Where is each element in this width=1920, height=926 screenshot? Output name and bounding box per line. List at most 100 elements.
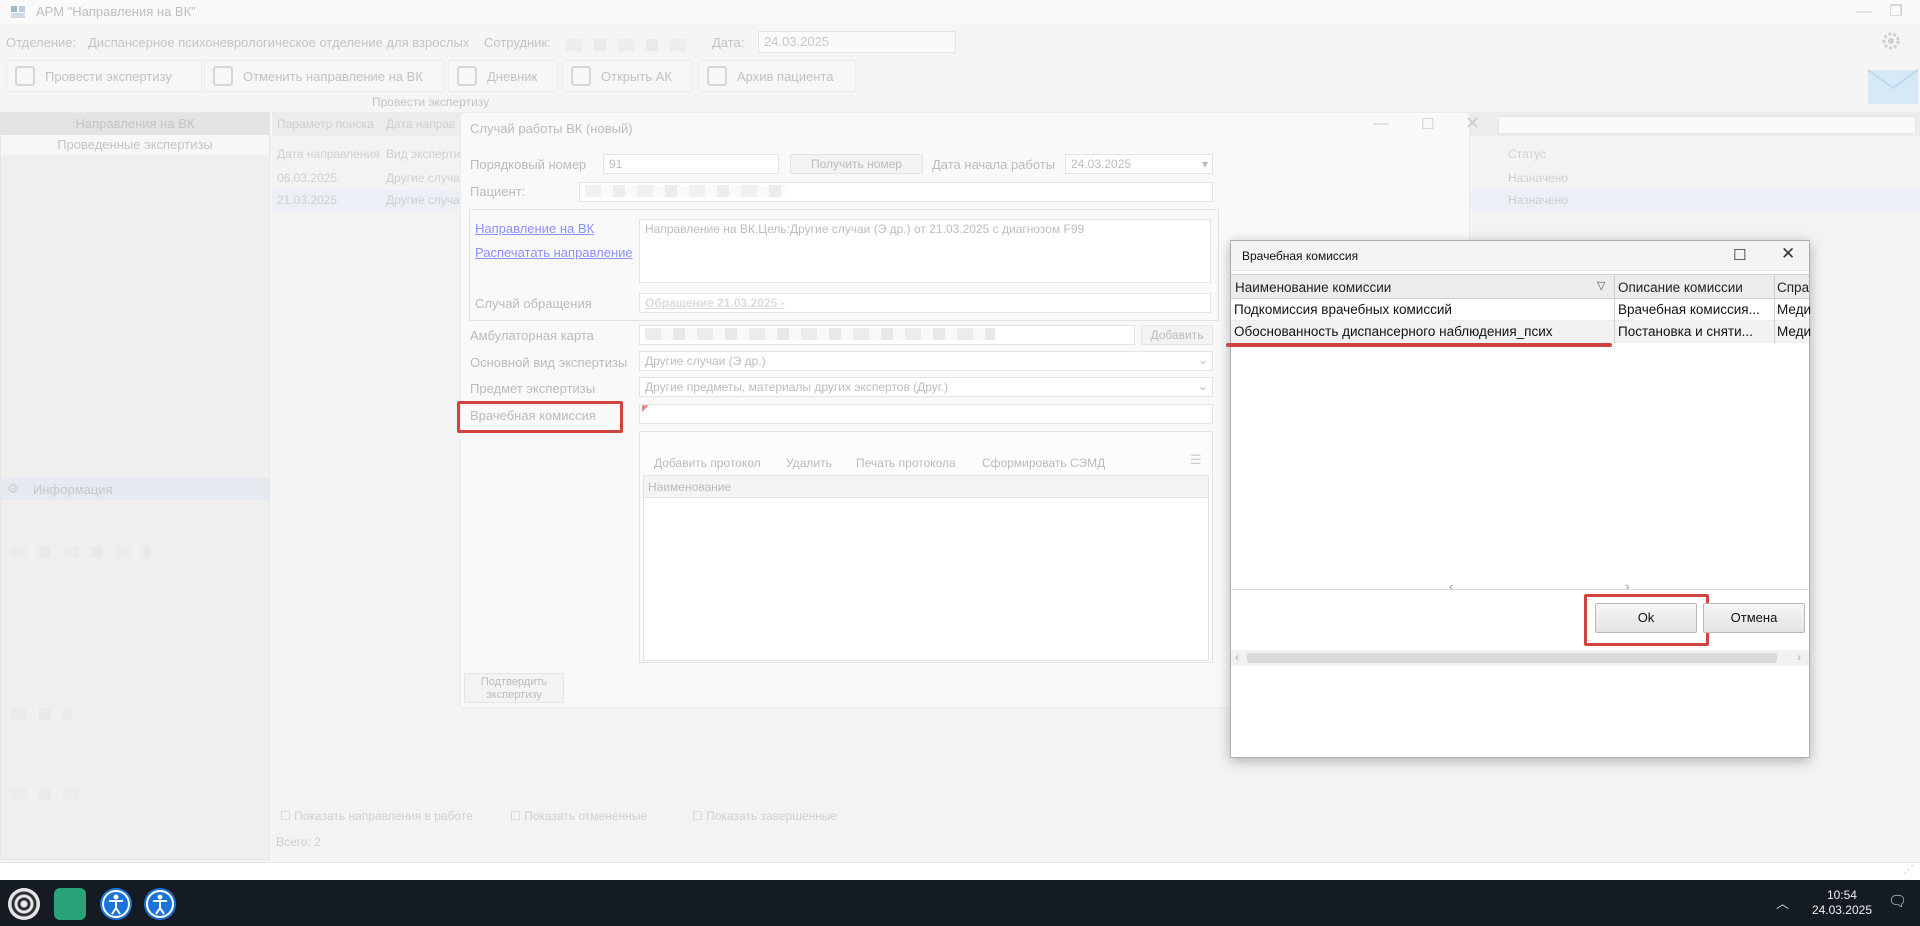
menu-icon[interactable]: ☰: [1190, 452, 1202, 468]
col-header-type[interactable]: Вид экспертиз: [386, 147, 466, 161]
semd-button[interactable]: Сформировать СЭМД: [982, 456, 1105, 470]
expertise-type-select[interactable]: Другие случаи (Э др.) ⌄: [639, 351, 1213, 371]
start-date-field[interactable]: 24.03.2025 ▾: [1065, 154, 1213, 174]
commission-dialog: Врачебная комиссия ☐ ✕ Наименование коми…: [1226, 240, 1811, 758]
archive-icon: [707, 66, 727, 86]
col-header-ref[interactable]: Спра: [1777, 280, 1809, 295]
close-icon[interactable]: ✕: [1465, 113, 1480, 134]
ok-button[interactable]: Ok: [1595, 603, 1697, 633]
delete-protocol-button[interactable]: Удалить: [786, 456, 832, 470]
order-number-input[interactable]: 91: [603, 154, 779, 174]
protocol-table: Наименование: [643, 475, 1209, 661]
patient-label: Пациент:: [470, 184, 526, 199]
card-label: Амбулаторная карта: [470, 328, 594, 343]
col-header-desc[interactable]: Описание комиссии: [1618, 280, 1743, 295]
checkbox-completed[interactable]: ☐ Показать завершенные: [692, 809, 837, 823]
department-label: Отделение:: [6, 35, 77, 50]
kaspersky-icon[interactable]: [54, 888, 86, 920]
conduct-expertise-button[interactable]: Провести экспертизу: [6, 60, 202, 92]
completed-expertise-tab[interactable]: Проведенные экспертизы: [1, 135, 269, 155]
open-ak-button[interactable]: Открыть АК: [562, 60, 692, 92]
patient-blurred: [585, 185, 785, 197]
col-header-status[interactable]: Статус: [1508, 147, 1546, 161]
total-count: Всего: 2: [276, 835, 321, 849]
commission-dialog-titlebar: Врачебная комиссия ☐ ✕: [1231, 241, 1809, 271]
department-value: Диспансерное психоневрологическое отделе…: [88, 35, 470, 50]
date-label: Дата:: [712, 35, 745, 50]
sort-desc-icon[interactable]: ▽: [1597, 279, 1605, 292]
checkbox-cancelled[interactable]: ☐ Показать отмененные: [510, 809, 647, 823]
patient-archive-button[interactable]: Архив пациента: [698, 60, 856, 92]
restore-icon[interactable]: ❐: [1882, 1, 1910, 23]
add-card-button[interactable]: Добавить: [1141, 325, 1213, 345]
app-icon: [11, 6, 25, 18]
info-header: ⚙ Информация: [1, 478, 269, 500]
print-protocol-button[interactable]: Печать протокола: [856, 456, 956, 470]
grid-search-label: Параметр поиска: [277, 117, 374, 131]
date-field[interactable]: 24.03.2025: [758, 31, 956, 53]
column-divider: [1774, 275, 1775, 343]
card-field[interactable]: [639, 325, 1135, 345]
info-blurred-3: [11, 788, 91, 800]
subject-label: Предмет экспертизы: [470, 381, 596, 396]
resize-grip-icon[interactable]: ⋰: [1903, 863, 1914, 876]
chevron-down-icon[interactable]: ▾: [1202, 157, 1208, 171]
window-title: АРМ "Направления на ВК": [36, 4, 196, 19]
card-blurred: [645, 328, 995, 340]
maximize-icon[interactable]: ☐: [1733, 246, 1746, 264]
info-blurred-2: [11, 708, 71, 720]
direction-text: Направление на ВК.Цель:Другие случаи (Э …: [639, 219, 1211, 283]
taskbar: ︿ 10:54 24.03.2025 🗨: [0, 880, 1920, 926]
cancel-direction-button[interactable]: Отменить направление на ВК: [204, 60, 444, 92]
diary-button[interactable]: Дневник: [448, 60, 558, 92]
accessibility-icon-2[interactable]: [144, 888, 176, 920]
notification-icon[interactable]: 🗨: [1888, 892, 1907, 910]
gear-icon[interactable]: [1880, 30, 1902, 52]
subject-select[interactable]: Другие предметы, материалы других экспер…: [639, 377, 1213, 397]
clock[interactable]: 10:54 24.03.2025: [1812, 888, 1872, 918]
expertise-icon: [15, 66, 35, 86]
table-row-selected[interactable]: Обоснованность диспансерного наблюдения_…: [1231, 321, 1811, 343]
mail-icon[interactable]: [1866, 58, 1920, 108]
col-header-name[interactable]: Наименование комиссии: [1235, 280, 1391, 295]
case-field[interactable]: Обращение 21.03.2025 -: [639, 293, 1211, 313]
minimize-icon[interactable]: —: [1373, 115, 1389, 133]
commission-field[interactable]: ◤: [639, 403, 1213, 424]
minimize-icon[interactable]: —: [1850, 1, 1878, 23]
page-next-icon[interactable]: ›: [1625, 578, 1630, 594]
page-prev-icon[interactable]: ‹: [1449, 578, 1454, 594]
close-icon[interactable]: ✕: [1781, 244, 1795, 264]
directions-tab[interactable]: Направления на ВК: [1, 113, 269, 135]
card-icon: [571, 66, 591, 86]
toolbar-group-label: Провести экспертизу: [372, 95, 490, 109]
direction-link[interactable]: Направление на ВК: [475, 221, 594, 236]
employee-label: Сотрудник:: [484, 35, 551, 50]
commission-label: Врачебная комиссия: [470, 408, 596, 423]
protocol-table-header: Наименование: [644, 476, 1208, 498]
checkbox-in-work[interactable]: ☐ Показать направления в работе: [280, 809, 473, 823]
chevron-down-icon[interactable]: ⌄: [1198, 353, 1208, 367]
tray-chevron-up-icon[interactable]: ︿: [1776, 893, 1789, 912]
table-row[interactable]: Подкомиссия врачебных комиссий Врачебная…: [1231, 299, 1811, 321]
patient-field[interactable]: [579, 182, 1213, 202]
print-direction-link[interactable]: Распечатать направление: [475, 245, 633, 260]
required-marker: ◤: [642, 403, 649, 413]
confirm-expertise-button[interactable]: Подтвердить экспертизу: [464, 673, 564, 703]
info-blurred-1: [11, 546, 151, 558]
chevron-right-icon[interactable]: ›: [1797, 650, 1801, 664]
cancel-button[interactable]: Отмена: [1703, 603, 1805, 633]
status-bar: ⋰: [0, 862, 1920, 880]
footer-divider: [1231, 589, 1809, 590]
add-protocol-button[interactable]: Добавить протокол: [654, 456, 761, 470]
chevron-down-icon[interactable]: ⌄: [1198, 379, 1208, 393]
horizontal-scrollbar[interactable]: ‹ ›: [1231, 650, 1809, 666]
start-icon[interactable]: [8, 888, 40, 920]
accessibility-icon[interactable]: [100, 888, 132, 920]
maximize-icon[interactable]: ☐: [1421, 115, 1434, 133]
get-number-button[interactable]: Получить номер: [790, 154, 923, 174]
grid-search-input[interactable]: [1498, 116, 1916, 134]
chevron-left-icon[interactable]: ‹: [1235, 650, 1239, 664]
scrollbar-thumb[interactable]: [1247, 653, 1777, 663]
col-header-date[interactable]: Дата направления: [277, 147, 380, 161]
column-divider: [1614, 275, 1615, 343]
